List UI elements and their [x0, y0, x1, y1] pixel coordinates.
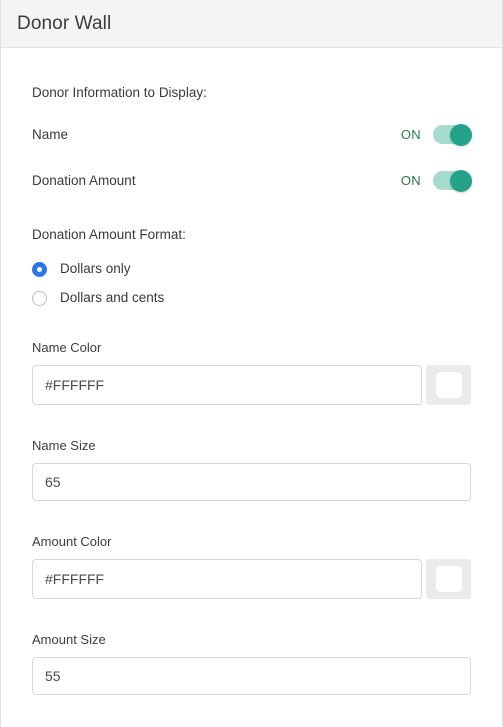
- amount-size-input[interactable]: [32, 657, 471, 695]
- field-amount-size: Amount Size: [32, 633, 471, 695]
- field-label-name-size: Name Size: [32, 438, 96, 453]
- radio-unselected-icon[interactable]: [32, 290, 47, 306]
- radio-label-dollars-and-cents: Dollars and cents: [60, 290, 165, 306]
- field-name-size: Name Size: [32, 439, 471, 501]
- radio-label-dollars-only: Dollars only: [60, 261, 131, 277]
- toggle-switch-name[interactable]: [433, 123, 472, 146]
- toggle-control-donation-amount: ON: [400, 169, 472, 192]
- toggle-knob-icon: [450, 123, 472, 146]
- name-color-swatch-button[interactable]: [426, 365, 471, 405]
- toggle-switch-donation-amount[interactable]: [433, 169, 472, 192]
- radio-option-dollars-only[interactable]: Dollars only: [32, 260, 471, 278]
- toggle-row-donation-amount: Donation Amount ON: [32, 169, 472, 192]
- color-field-amount-color: [32, 559, 471, 599]
- panel-header: Donor Wall: [1, 0, 502, 48]
- radio-option-dollars-and-cents[interactable]: Dollars and cents: [32, 289, 471, 307]
- field-label-amount-color: Amount Color: [32, 534, 112, 549]
- donation-amount-format-label: Donation Amount Format:: [32, 226, 186, 242]
- field-name-color: Name Color: [32, 341, 471, 405]
- toggle-knob-icon: [450, 169, 472, 192]
- donation-amount-format-radio-group: Dollars only Dollars and cents: [32, 260, 471, 307]
- toggle-row-name: Name ON: [32, 123, 472, 146]
- toggle-state-donation-amount: ON: [400, 173, 421, 188]
- toggle-state-name: ON: [400, 127, 421, 142]
- color-field-name-color: [32, 365, 471, 405]
- toggle-label-donation-amount: Donation Amount: [32, 172, 136, 188]
- toggle-control-name: ON: [400, 123, 472, 146]
- donor-information-section-label: Donor Information to Display:: [32, 85, 207, 100]
- amount-color-input[interactable]: [32, 559, 422, 599]
- donor-wall-panel: Donor Wall Donor Information to Display:…: [0, 0, 503, 727]
- radio-selected-icon[interactable]: [32, 261, 47, 277]
- amount-color-swatch-button[interactable]: [426, 559, 471, 599]
- name-size-input[interactable]: [32, 463, 471, 501]
- page-title: Donor Wall: [17, 13, 112, 34]
- toggle-label-name: Name: [32, 126, 69, 142]
- name-color-input[interactable]: [32, 365, 422, 405]
- field-label-name-color: Name Color: [32, 340, 102, 355]
- field-amount-color: Amount Color: [32, 535, 471, 599]
- color-swatch-icon: [435, 566, 462, 592]
- panel-body: Donor Information to Display: Name ON Do…: [1, 48, 502, 695]
- field-label-amount-size: Amount Size: [32, 632, 106, 647]
- color-swatch-icon: [435, 372, 462, 398]
